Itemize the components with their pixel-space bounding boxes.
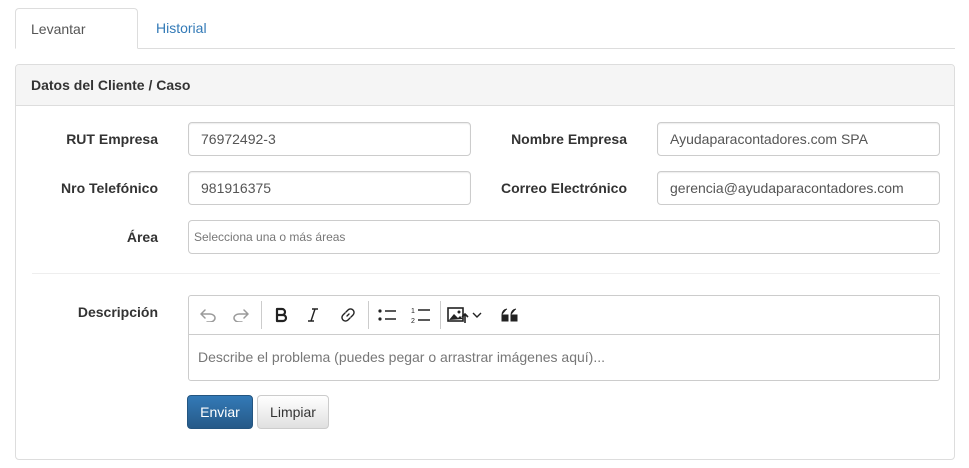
area-select[interactable]: Selecciona una o más áreas	[188, 220, 940, 254]
rut-input[interactable]: 76972492-3	[188, 122, 471, 156]
blockquote-icon[interactable]	[495, 296, 525, 334]
undo-icon[interactable]	[193, 296, 223, 334]
telefono-input[interactable]: 981916375	[188, 171, 471, 205]
panel-title: Datos del Cliente / Caso	[16, 65, 954, 106]
numbered-list-icon[interactable]: 12	[406, 296, 436, 334]
rut-label: RUT Empresa	[66, 131, 158, 147]
tab-levantar-caso[interactable]: Levantar Caso	[15, 8, 138, 77]
bold-icon[interactable]	[266, 296, 296, 334]
area-label: Área	[126, 229, 158, 245]
nombre-empresa-input[interactable]: Ayudaparacontadores.com SPA	[657, 122, 940, 156]
svg-text:1: 1	[411, 308, 415, 315]
telefono-label: Nro Telefónico	[61, 180, 158, 196]
redo-icon[interactable]	[226, 296, 256, 334]
case-form-panel: Datos del Cliente / Caso RUT Empresa 769…	[15, 64, 955, 460]
submit-button[interactable]: Enviar	[187, 395, 253, 429]
description-editor: 12 Describe el problema (puedes pegar o …	[188, 295, 940, 381]
nombre-empresa-label: Nombre Empresa	[511, 131, 627, 147]
bulleted-list-icon[interactable]	[372, 296, 402, 334]
svg-text:2: 2	[411, 318, 415, 324]
tab-historial[interactable]: Historial	[141, 8, 222, 49]
link-icon[interactable]	[333, 296, 363, 334]
tab-bar: Levantar Caso Historial	[15, 8, 955, 77]
descripcion-label: Descripción	[77, 304, 158, 320]
section-divider	[32, 273, 940, 274]
correo-label: Correo Electrónico	[500, 180, 627, 196]
description-textarea[interactable]: Describe el problema (puedes pegar o arr…	[189, 335, 939, 379]
chevron-down-icon[interactable]	[468, 296, 486, 334]
clear-button[interactable]: Limpiar	[257, 395, 329, 429]
editor-toolbar: 12	[189, 296, 939, 335]
correo-input[interactable]: gerencia@ayudaparacontadores.com	[657, 171, 940, 205]
italic-icon[interactable]	[298, 296, 328, 334]
